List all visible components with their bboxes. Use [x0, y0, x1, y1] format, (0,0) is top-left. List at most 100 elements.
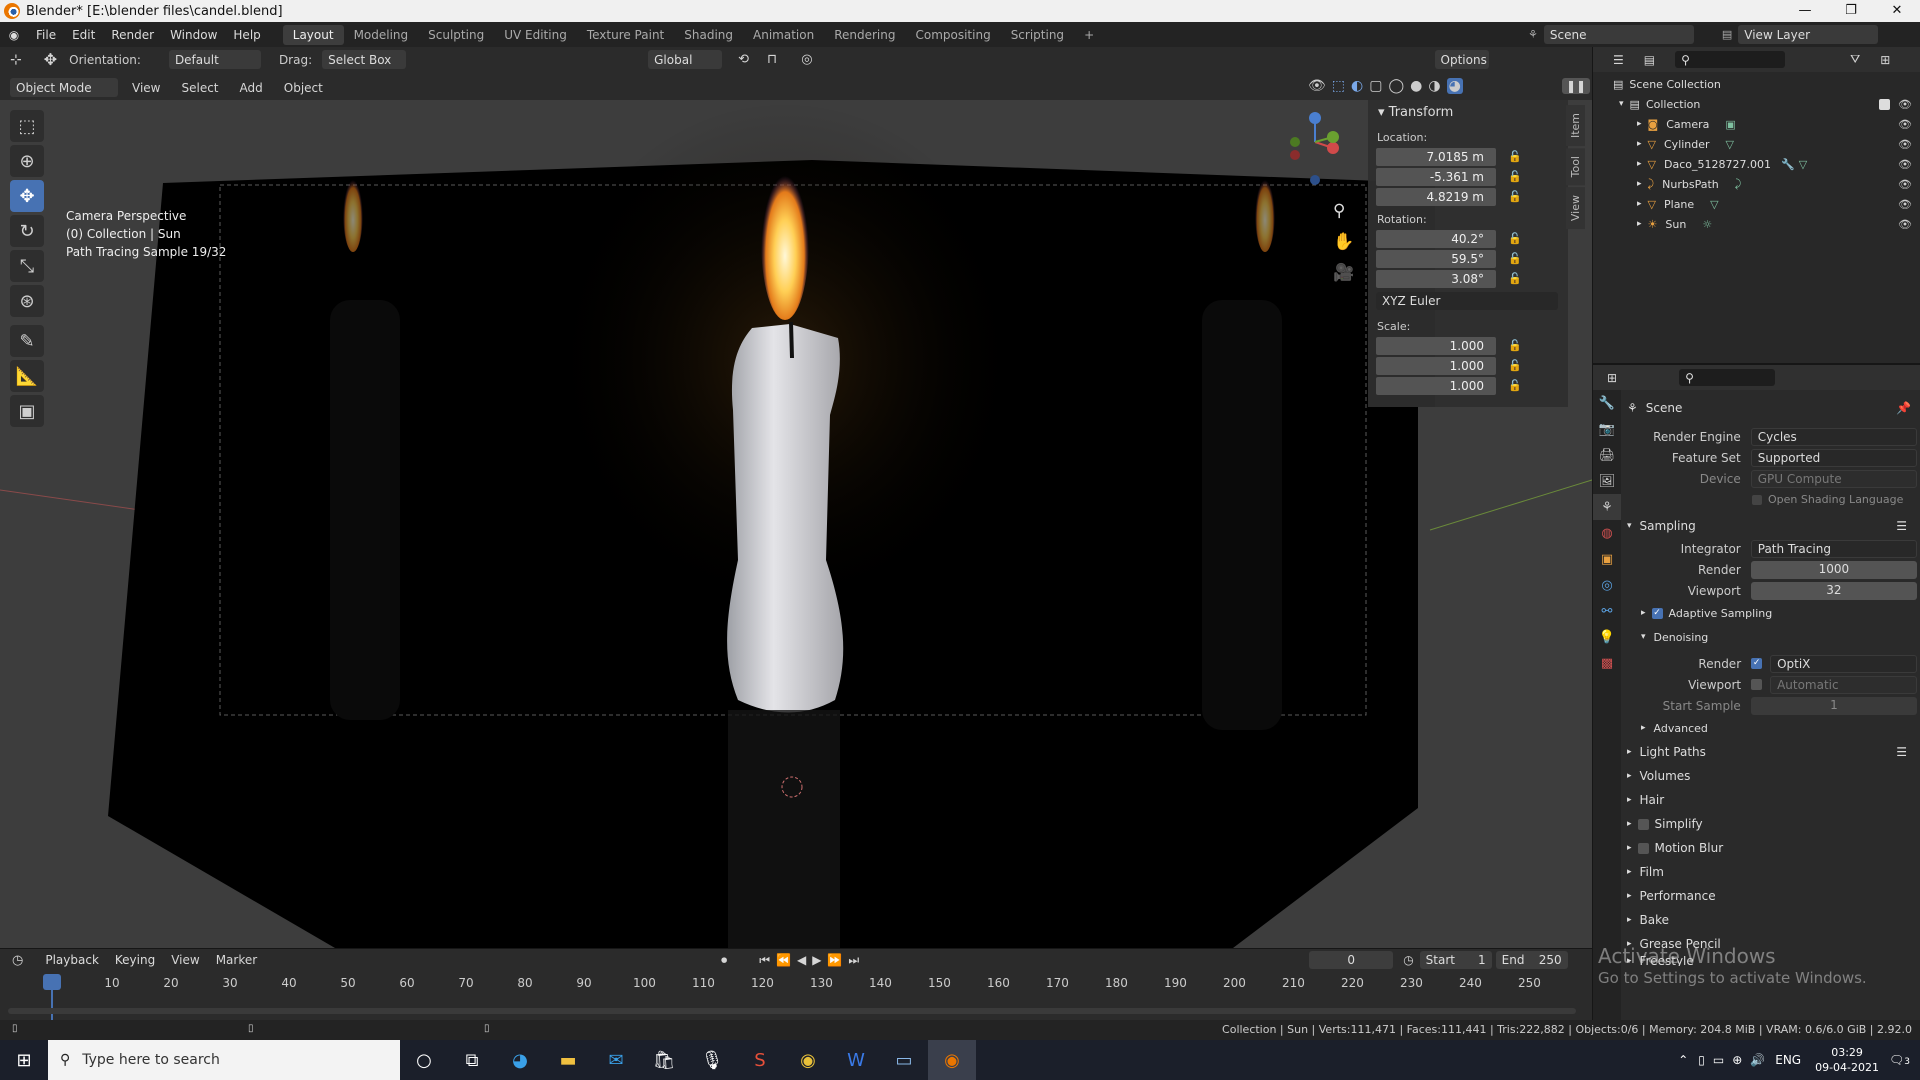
- rotation-y-field[interactable]: 59.5°: [1376, 249, 1496, 268]
- menu-window[interactable]: Window: [162, 28, 225, 42]
- sampling-section[interactable]: ▾ Sampling ☰: [1627, 514, 1917, 538]
- denoise-render-dropdown[interactable]: OptiX: [1770, 654, 1918, 673]
- cursor-icon[interactable]: ⊕: [10, 145, 44, 177]
- transform-icon[interactable]: ⊛: [10, 285, 44, 317]
- outliner-row-collection[interactable]: ▾ ▤ Collection 👁: [1593, 94, 1920, 114]
- tool-tab-icon[interactable]: 🔧: [1593, 390, 1621, 416]
- auto-key-icon[interactable]: ⏺: [721, 953, 727, 968]
- scale-icon[interactable]: ⤡: [10, 250, 44, 282]
- taskbar-search-box[interactable]: ⚲ Type here to search: [48, 1040, 400, 1080]
- expand-icon[interactable]: ▸: [1637, 159, 1642, 169]
- scene-tab-icon[interactable]: ⚘: [1593, 494, 1621, 520]
- motion-blur-section[interactable]: ▸ Motion Blur: [1627, 836, 1917, 860]
- pan-hand-icon[interactable]: ✋: [1333, 227, 1354, 258]
- simplify-checkbox[interactable]: [1637, 818, 1649, 830]
- clock[interactable]: 03:29 09-04-2021: [1815, 1045, 1879, 1075]
- network-icon[interactable]: ⊕: [1732, 1053, 1742, 1067]
- orientation-dropdown[interactable]: Default: [168, 50, 261, 69]
- render-samples-field[interactable]: 1000: [1750, 560, 1917, 579]
- app-s-icon[interactable]: S: [736, 1040, 784, 1080]
- light-data-icon[interactable]: ☼: [1702, 218, 1712, 231]
- denoising-section[interactable]: ▾ Denoising: [1627, 625, 1917, 649]
- denoise-viewport-dropdown[interactable]: Automatic: [1770, 675, 1918, 694]
- denoise-render-checkbox[interactable]: ✓: [1751, 658, 1763, 669]
- motion-blur-checkbox[interactable]: [1637, 842, 1649, 854]
- play-reverse-icon[interactable]: ◀: [797, 953, 806, 967]
- lock-icon[interactable]: 🔓: [1508, 190, 1522, 203]
- expand-icon[interactable]: ▸: [1637, 219, 1642, 229]
- texture-tab-icon[interactable]: ▩: [1593, 650, 1621, 676]
- voice-recorder-icon[interactable]: 🎙: [688, 1040, 736, 1080]
- language-indicator[interactable]: ENG: [1775, 1053, 1801, 1067]
- view-layer-tab-icon[interactable]: 🖼: [1593, 468, 1621, 494]
- display-mode-icon[interactable]: ▤: [1644, 53, 1655, 67]
- lock-icon[interactable]: 🔓: [1508, 150, 1522, 163]
- jump-start-icon[interactable]: ⏮: [759, 953, 770, 968]
- timeline-editor-icon[interactable]: ◷: [12, 953, 23, 968]
- clock-icon[interactable]: ◷: [1403, 953, 1413, 967]
- eye-icon[interactable]: 👁: [1898, 118, 1912, 131]
- mesh-data-icon[interactable]: ▽: [1726, 138, 1734, 151]
- properties-search-input[interactable]: ⚲: [1679, 369, 1776, 386]
- timeline-scrollbar[interactable]: [8, 1008, 1576, 1014]
- eye-icon[interactable]: 👁: [1898, 138, 1912, 151]
- adaptive-sampling-section[interactable]: ▸ ✓ Adaptive Sampling: [1627, 601, 1917, 625]
- gizmo-icon[interactable]: ⬚: [1332, 78, 1345, 94]
- add-workspace-button[interactable]: +: [1074, 25, 1104, 45]
- rotation-z-field[interactable]: 3.08°: [1376, 269, 1496, 288]
- lock-icon[interactable]: 🔓: [1508, 272, 1522, 285]
- eye-icon[interactable]: 👁: [1898, 198, 1912, 211]
- properties-editor-icon[interactable]: ⊞: [1607, 371, 1617, 385]
- mesh-data-icon[interactable]: ▽: [1799, 158, 1807, 171]
- feature-set-dropdown[interactable]: Supported: [1750, 448, 1917, 467]
- camera-view-icon[interactable]: 🎥: [1333, 258, 1354, 289]
- tab-sculpting[interactable]: Sculpting: [418, 25, 494, 45]
- windows-start-icon[interactable]: ⊞: [0, 1040, 48, 1080]
- modifier-icon[interactable]: 🔧: [1781, 158, 1795, 171]
- transform-panel-title[interactable]: ▾ Transform: [1368, 100, 1568, 125]
- tab-layout[interactable]: Layout: [282, 24, 344, 45]
- marker-menu[interactable]: Marker: [216, 953, 257, 967]
- view-layer-selector[interactable]: View Layer: [1738, 25, 1879, 44]
- close-button[interactable]: ✕: [1874, 0, 1920, 22]
- cortana-icon[interactable]: ○: [400, 1040, 448, 1080]
- outliner-row-sun[interactable]: ▸ ☀ Sun ☼ 👁: [1593, 214, 1920, 234]
- film-section[interactable]: ▸ Film: [1627, 860, 1917, 884]
- outliner-row-camera[interactable]: ▸ ◙ Camera ▣ 👁: [1593, 114, 1920, 134]
- drag-dropdown[interactable]: Select Box: [322, 50, 407, 69]
- proportional-edit-icon[interactable]: ◎: [801, 52, 812, 67]
- expand-icon[interactable]: ▸: [1637, 179, 1642, 189]
- render-engine-dropdown[interactable]: Cycles: [1750, 427, 1917, 446]
- scale-y-field[interactable]: 1.000: [1376, 356, 1496, 375]
- menu-view[interactable]: View: [132, 81, 160, 95]
- menu-add[interactable]: Add: [240, 81, 263, 95]
- tab-compositing[interactable]: Compositing: [905, 25, 1000, 45]
- measure-icon[interactable]: 📐: [10, 360, 44, 392]
- store-icon[interactable]: 🛍: [640, 1040, 688, 1080]
- shading-rendered-icon[interactable]: ◕: [1446, 78, 1463, 94]
- tab-tool[interactable]: Tool: [1566, 148, 1585, 186]
- menu-edit[interactable]: Edit: [64, 28, 103, 42]
- jump-end-icon[interactable]: ⏭: [848, 953, 859, 968]
- lock-icon[interactable]: 🔓: [1508, 232, 1522, 245]
- pivot-icon[interactable]: ⟲: [738, 52, 749, 67]
- move-icon[interactable]: ✥: [10, 180, 44, 212]
- bake-section[interactable]: ▸ Bake: [1627, 908, 1917, 932]
- outliner-row-daco[interactable]: ▸ ▽ Daco_5128727.001 🔧 ▽ 👁: [1593, 154, 1920, 174]
- tablet-icon[interactable]: ▯: [1698, 1053, 1705, 1067]
- end-frame-field[interactable]: End 250: [1495, 951, 1568, 969]
- start-sample-field[interactable]: 1: [1750, 696, 1917, 715]
- blender-menu-icon[interactable]: ◉: [0, 28, 28, 42]
- scale-x-field[interactable]: 1.000: [1376, 336, 1496, 355]
- expand-icon[interactable]: ▾: [1619, 99, 1624, 109]
- scene-selector[interactable]: Scene: [1543, 25, 1694, 44]
- volume-icon[interactable]: 🔊: [1750, 1053, 1765, 1067]
- edge-icon[interactable]: ◕: [496, 1040, 544, 1080]
- minimize-button[interactable]: —: [1782, 0, 1828, 22]
- lock-icon[interactable]: 🔓: [1508, 339, 1522, 352]
- blender-taskbar-icon[interactable]: ◉: [928, 1040, 976, 1080]
- output-tab-icon[interactable]: 🖨: [1593, 442, 1621, 468]
- outliner-row-plane[interactable]: ▸ ▽ Plane ▽ 👁: [1593, 194, 1920, 214]
- pin-icon[interactable]: 📌: [1896, 401, 1911, 415]
- eye-icon[interactable]: 👁: [1898, 158, 1912, 171]
